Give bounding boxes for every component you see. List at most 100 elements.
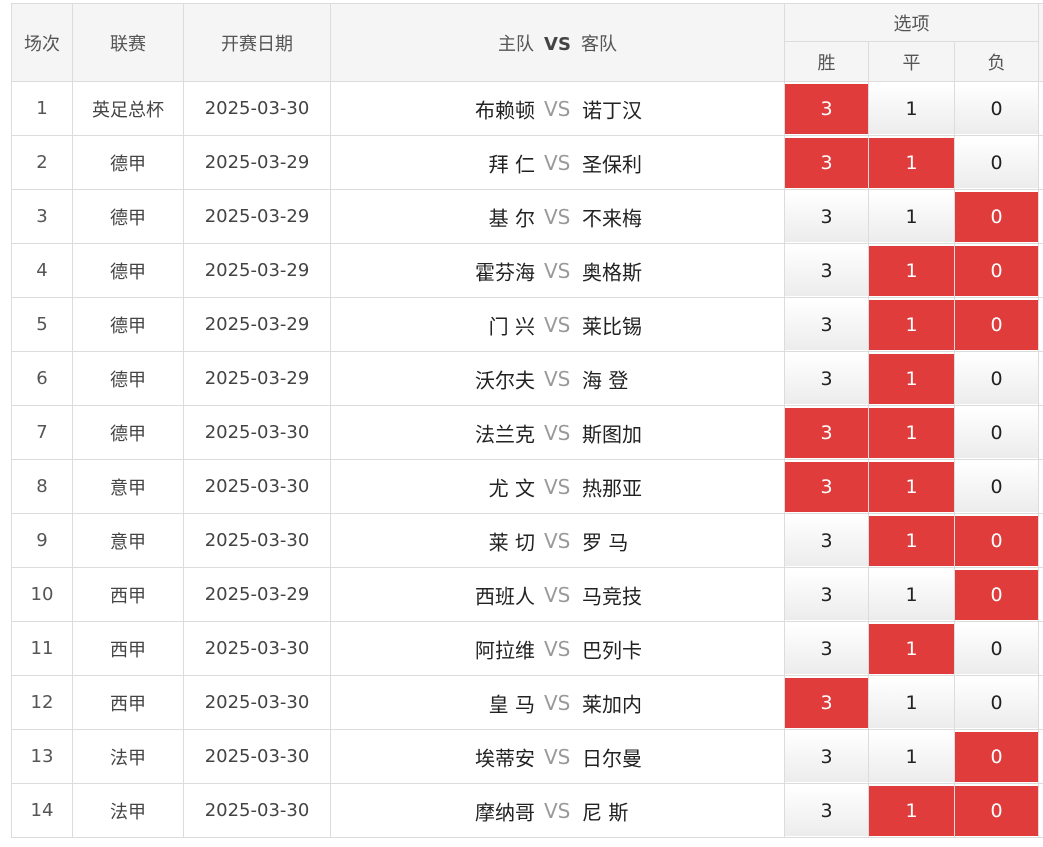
- option-win-button[interactable]: 3: [785, 353, 868, 404]
- option-win-button[interactable]: 3: [785, 677, 868, 728]
- option-win-button[interactable]: 3: [785, 785, 868, 836]
- option-draw-button[interactable]: 1: [869, 461, 954, 512]
- table-row: 6 德甲 2025-03-29 沃尔夫 VS 海 登 310: [11, 351, 1043, 406]
- option-win-button[interactable]: 3: [785, 407, 868, 458]
- option-lose-cell: 0: [953, 297, 1040, 352]
- option-win-button[interactable]: 3: [785, 569, 868, 620]
- option-win-button[interactable]: 3: [785, 731, 868, 782]
- option-draw-button[interactable]: 1: [869, 407, 954, 458]
- table-row: 11 西甲 2025-03-30 阿拉维 VS 巴列卡 3 1 0: [11, 621, 1043, 676]
- home-team: 霍芬海: [475, 260, 535, 284]
- option-draw-button[interactable]: 1: [869, 83, 954, 134]
- option-win-button[interactable]: 3: [785, 299, 868, 350]
- match-cell: 莱 切 VS 罗 马: [330, 513, 785, 568]
- option-draw-cell: 1: [868, 135, 955, 190]
- match-cell: 基 尔 VS 不来梅: [330, 189, 785, 244]
- option-draw-button[interactable]: 1: [869, 623, 954, 674]
- match-index: 1: [11, 81, 73, 136]
- option-draw-button[interactable]: 1: [869, 299, 954, 350]
- home-team: 埃蒂安: [475, 746, 535, 770]
- option-lose-button[interactable]: 0: [955, 677, 1038, 728]
- option-lose-cell: 0: [953, 621, 1040, 676]
- option-lose-button[interactable]: 0: [955, 407, 1038, 458]
- table-row: 10 西甲 2025-03-29 西班人 VS 马竞技 3 1 0: [11, 567, 1043, 622]
- option-lose-button[interactable]: 0: [955, 137, 1038, 188]
- option-draw-cell: 1: [868, 189, 955, 244]
- option-lose-button[interactable]: 0: [955, 515, 1038, 566]
- option-win-button[interactable]: 3: [785, 245, 868, 296]
- option-lose-cell: 0: [953, 81, 1040, 136]
- option-win-cell: 3: [784, 675, 869, 730]
- row-spacer: [1038, 243, 1043, 298]
- option-lose-button[interactable]: 0: [955, 83, 1038, 134]
- option-win-button[interactable]: 3: [785, 623, 868, 674]
- option-lose-cell: 0: [953, 405, 1040, 460]
- away-team: 罗 马: [582, 530, 629, 554]
- option-win-cell: 3: [784, 567, 869, 622]
- option-draw-button[interactable]: 1: [869, 785, 954, 836]
- option-lose-button[interactable]: 0: [955, 623, 1038, 674]
- row-spacer: [1038, 567, 1043, 622]
- date-cell: 2025-03-30: [183, 459, 331, 514]
- option-draw-button[interactable]: 1: [869, 677, 954, 728]
- vs-label: VS: [544, 474, 571, 499]
- row-spacer: [1038, 675, 1043, 730]
- option-win-cell: 3: [784, 729, 869, 784]
- option-lose-button[interactable]: 0: [955, 731, 1038, 782]
- option-win-cell: 3: [784, 405, 869, 460]
- vs-label: VS: [544, 744, 571, 769]
- option-lose-cell: 0: [953, 189, 1040, 244]
- option-draw-button[interactable]: 1: [869, 245, 954, 296]
- option-win-button[interactable]: 3: [785, 191, 868, 242]
- away-team: 莱加内: [582, 692, 642, 716]
- option-win-button[interactable]: 3: [785, 83, 868, 134]
- match-index: 12: [11, 675, 73, 730]
- option-win-cell: 3: [784, 135, 869, 190]
- option-lose-cell: 0: [953, 351, 1040, 406]
- option-draw-cell: 1: [868, 351, 955, 406]
- match-cell: 埃蒂安 VS 日尔曼: [330, 729, 785, 784]
- league-cell: 意甲: [72, 513, 184, 568]
- vs-label: VS: [544, 366, 571, 391]
- vs-label: VS: [544, 690, 571, 715]
- option-lose-cell: 0: [953, 675, 1040, 730]
- option-win-button[interactable]: 3: [785, 461, 868, 512]
- option-draw-button[interactable]: 1: [869, 731, 954, 782]
- option-lose-button[interactable]: 0: [955, 461, 1038, 512]
- match-index: 3: [11, 189, 73, 244]
- option-lose-cell: 0: [953, 567, 1040, 622]
- option-draw-button[interactable]: 1: [869, 569, 954, 620]
- option-draw-cell: 1: [868, 567, 955, 622]
- option-draw-button[interactable]: 1: [869, 191, 954, 242]
- option-win-button[interactable]: 3: [785, 515, 868, 566]
- league-cell: 法甲: [72, 729, 184, 784]
- away-team: 不来梅: [582, 206, 642, 230]
- vs-label: VS: [544, 798, 571, 823]
- header-options: 选项: [783, 3, 1040, 42]
- option-draw-cell: 1: [868, 513, 955, 568]
- option-draw-cell: 1: [868, 675, 955, 730]
- match-cell: 西班人 VS 马竞技: [330, 567, 785, 622]
- row-spacer: [1038, 513, 1043, 568]
- home-team: 布赖顿: [475, 98, 535, 122]
- row-spacer: [1038, 135, 1043, 190]
- option-lose-button[interactable]: 0: [955, 191, 1038, 242]
- option-draw-button[interactable]: 1: [869, 515, 954, 566]
- away-team: 巴列卡: [582, 638, 642, 662]
- option-draw-cell: 1: [868, 243, 955, 298]
- vs-label: VS: [544, 312, 571, 337]
- option-lose-button[interactable]: 0: [955, 569, 1038, 620]
- match-index: 13: [11, 729, 73, 784]
- vs-label: VS: [544, 150, 571, 175]
- league-cell: 德甲: [72, 243, 184, 298]
- option-lose-button[interactable]: 0: [955, 299, 1038, 350]
- away-team: 热那亚: [582, 476, 642, 500]
- option-draw-button[interactable]: 1: [869, 137, 954, 188]
- match-cell: 门 兴 VS 莱比锡: [330, 297, 785, 352]
- option-draw-button[interactable]: 1: [869, 353, 954, 404]
- option-lose-button[interactable]: 0: [955, 353, 1038, 404]
- option-lose-button[interactable]: 0: [955, 785, 1038, 836]
- option-lose-button[interactable]: 0: [955, 245, 1038, 296]
- home-team: 基 尔: [488, 206, 535, 230]
- option-win-button[interactable]: 3: [785, 137, 868, 188]
